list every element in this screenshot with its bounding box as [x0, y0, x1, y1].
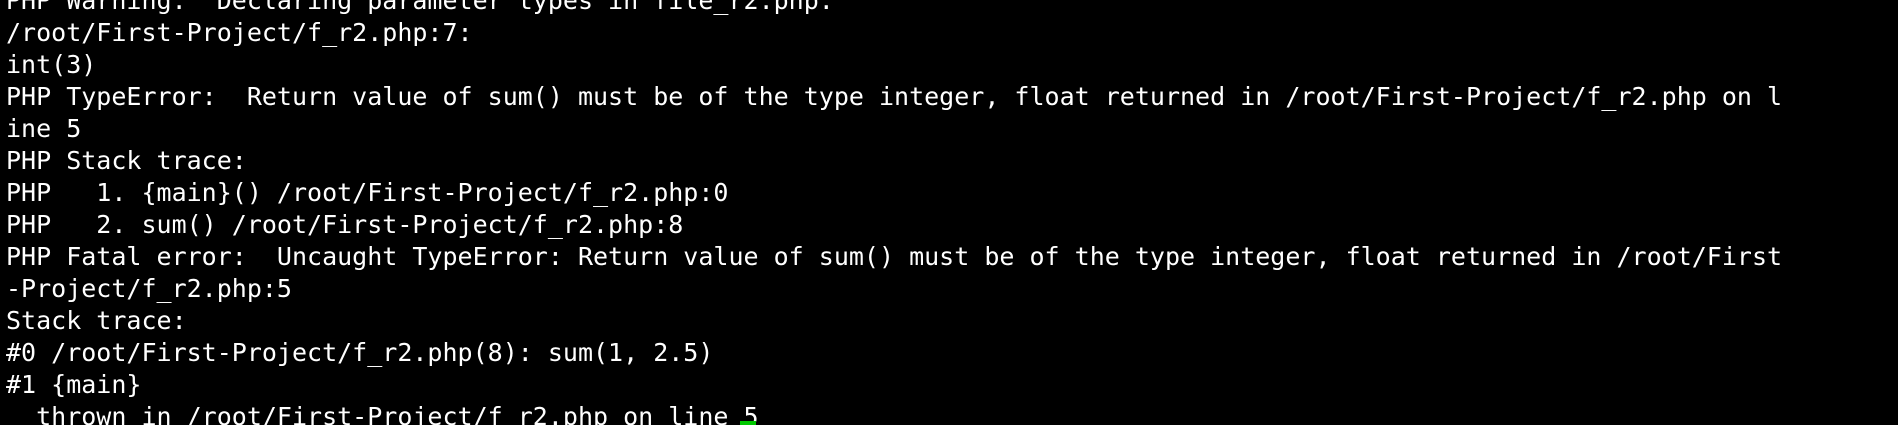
terminal-line: #1 {main} [6, 370, 142, 399]
terminal-line: PHP 1. {main}() /root/First-Project/f_r2… [6, 178, 729, 207]
terminal-line: thrown in /root/First-Project/f_r2.php o… [6, 402, 759, 425]
terminal-line: -Project/f_r2.php:5 [6, 274, 292, 303]
terminal-cursor [740, 421, 756, 425]
terminal-line: PHP Stack trace: [6, 146, 247, 175]
terminal-line: #0 /root/First-Project/f_r2.php(8): sum(… [6, 338, 714, 367]
terminal-line: ine 5 [6, 114, 82, 143]
terminal-line: PHP Fatal error: Uncaught TypeError: Ret… [6, 242, 1783, 271]
terminal-window[interactable]: PHP Warning: Declaring parameter types i… [0, 0, 1898, 425]
terminal-line: Stack trace: [6, 306, 187, 335]
terminal-line: PHP Warning: Declaring parameter types i… [6, 0, 834, 15]
terminal-line: PHP TypeError: Return value of sum() mus… [6, 82, 1783, 111]
terminal-line: /root/First-Project/f_r2.php:7: [6, 18, 473, 47]
terminal-line: int(3) [6, 50, 97, 79]
terminal-line: PHP 2. sum() /root/First-Project/f_r2.ph… [6, 210, 684, 239]
terminal-output: PHP Warning: Declaring parameter types i… [6, 0, 1782, 425]
